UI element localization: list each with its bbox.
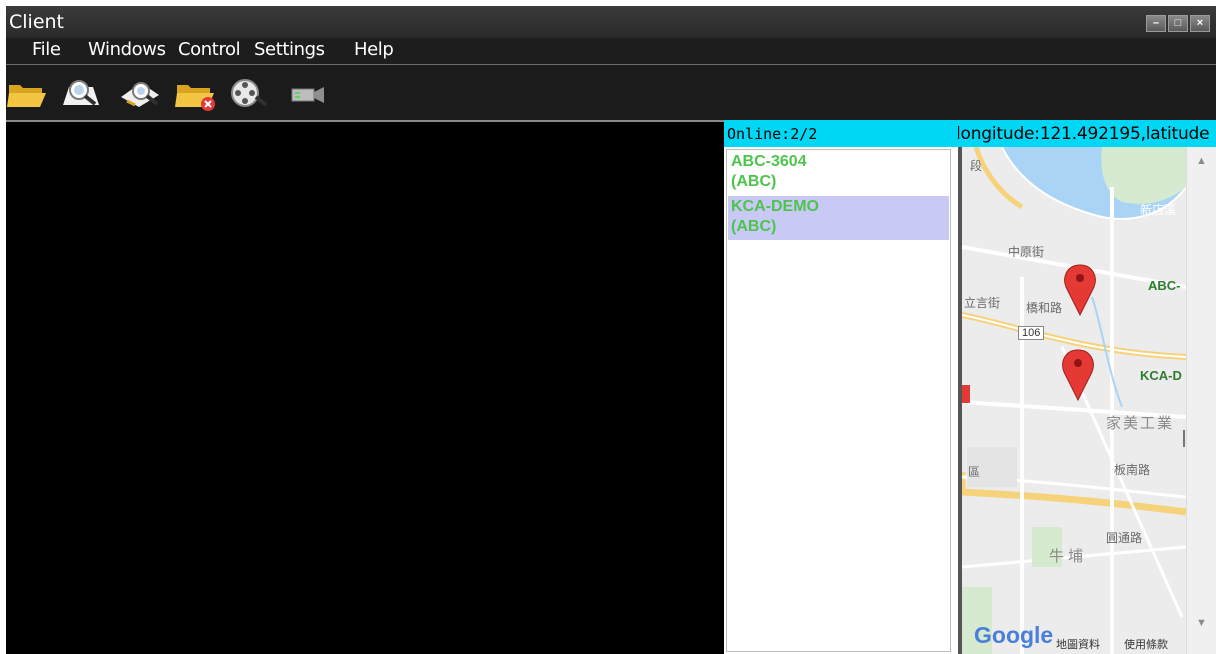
map-label-qiaohe: 橋和路 (1026, 301, 1063, 315)
map-label-bannan: 板南路 (1114, 463, 1151, 477)
device-name: ABC-3604 (731, 153, 807, 170)
open-button[interactable] (6, 75, 52, 111)
scroll-down-icon[interactable]: ▼ (1196, 617, 1207, 629)
map-marker-label-kca: KCA-D (1140, 368, 1182, 383)
device-item-abc-3604[interactable]: ABC-3604 (ABC) (728, 151, 949, 195)
map-terms-link[interactable]: 使用條款 (1124, 636, 1168, 652)
map-vertical-scrollbar[interactable]: ▲ ▼ (1186, 147, 1216, 654)
menu-help[interactable]: Help (354, 39, 394, 60)
menu-file[interactable]: File (32, 39, 61, 60)
camera-button[interactable] (284, 75, 330, 111)
scroll-up-icon[interactable]: ▲ (1196, 155, 1207, 167)
map-data-attribution[interactable]: 地圖資料 (1056, 636, 1100, 652)
menu-windows[interactable]: Windows (88, 39, 166, 60)
open-folder-icon (7, 85, 46, 107)
menu-settings[interactable]: Settings (254, 39, 325, 60)
map-label-yuantong: 圓通路 (1106, 531, 1143, 545)
playback-search-button[interactable] (228, 75, 274, 111)
device-list: ABC-3604 (ABC) KCA-DEMO (ABC) (726, 149, 951, 652)
coordinate-bar: longitude:121.492195,latitude (958, 120, 1216, 147)
client-window: Client – □ × File Windows Control Settin… (6, 6, 1216, 654)
search-icon (63, 80, 99, 106)
maximize-button[interactable]: □ (1168, 15, 1188, 32)
menu-control[interactable]: Control (178, 39, 241, 60)
map-marker-label-abc: ABC- (1148, 278, 1181, 293)
video-view[interactable] (6, 122, 724, 654)
search-edit-button[interactable] (119, 75, 165, 111)
online-count: Online:2/2 (727, 125, 818, 143)
map-canvas (962, 147, 1186, 654)
online-status-bar: Online:2/2 (724, 120, 958, 147)
toolbar (6, 65, 1216, 122)
map-label-district: 區 (968, 465, 981, 479)
device-name: KCA-DEMO (731, 198, 819, 215)
device-panel: ABC-3604 (ABC) KCA-DEMO (ABC) (724, 147, 958, 654)
folder-delete-button[interactable] (174, 75, 220, 111)
map-label-section: 段 (970, 159, 983, 173)
camera-icon (291, 87, 324, 103)
map-label-niupu: 牛埔 (1049, 548, 1088, 565)
google-logo: Google (974, 622, 1054, 648)
search-edit-icon (121, 82, 159, 107)
map-view[interactable]: ABC- KCA-D 家美工業 牛埔 中原街 橋和路 立言街 106 新店溪 區… (962, 147, 1186, 654)
minimize-button[interactable]: – (1146, 15, 1166, 32)
title-bar[interactable]: Client – □ × (6, 6, 1216, 38)
coordinate-readout: longitude:121.492195,latitude (958, 124, 1210, 144)
device-group: (ABC) (731, 173, 777, 190)
close-button[interactable]: × (1190, 15, 1210, 32)
menu-bar: File Windows Control Settings Help (6, 38, 1216, 65)
minimize-icon: – (1152, 17, 1160, 29)
map-route-shield: 106 (1018, 326, 1045, 340)
film-reel-search-icon (231, 79, 268, 107)
map-label-jiamei: 家美工業 (1106, 415, 1175, 432)
close-icon: × (1196, 17, 1204, 29)
window-controls: – □ × (1146, 15, 1210, 32)
window-title: Client (9, 11, 65, 33)
map-label-zhongyuan: 中原街 (1008, 245, 1045, 259)
maximize-icon: □ (1174, 17, 1182, 29)
map-label-xindian-river: 新店溪 (1140, 203, 1177, 217)
device-item-kca-demo[interactable]: KCA-DEMO (ABC) (728, 196, 949, 240)
map-label-liyan: 立言街 (964, 296, 1001, 310)
folder-delete-icon (175, 85, 215, 111)
search-button[interactable] (59, 75, 105, 111)
device-group: (ABC) (731, 218, 777, 235)
